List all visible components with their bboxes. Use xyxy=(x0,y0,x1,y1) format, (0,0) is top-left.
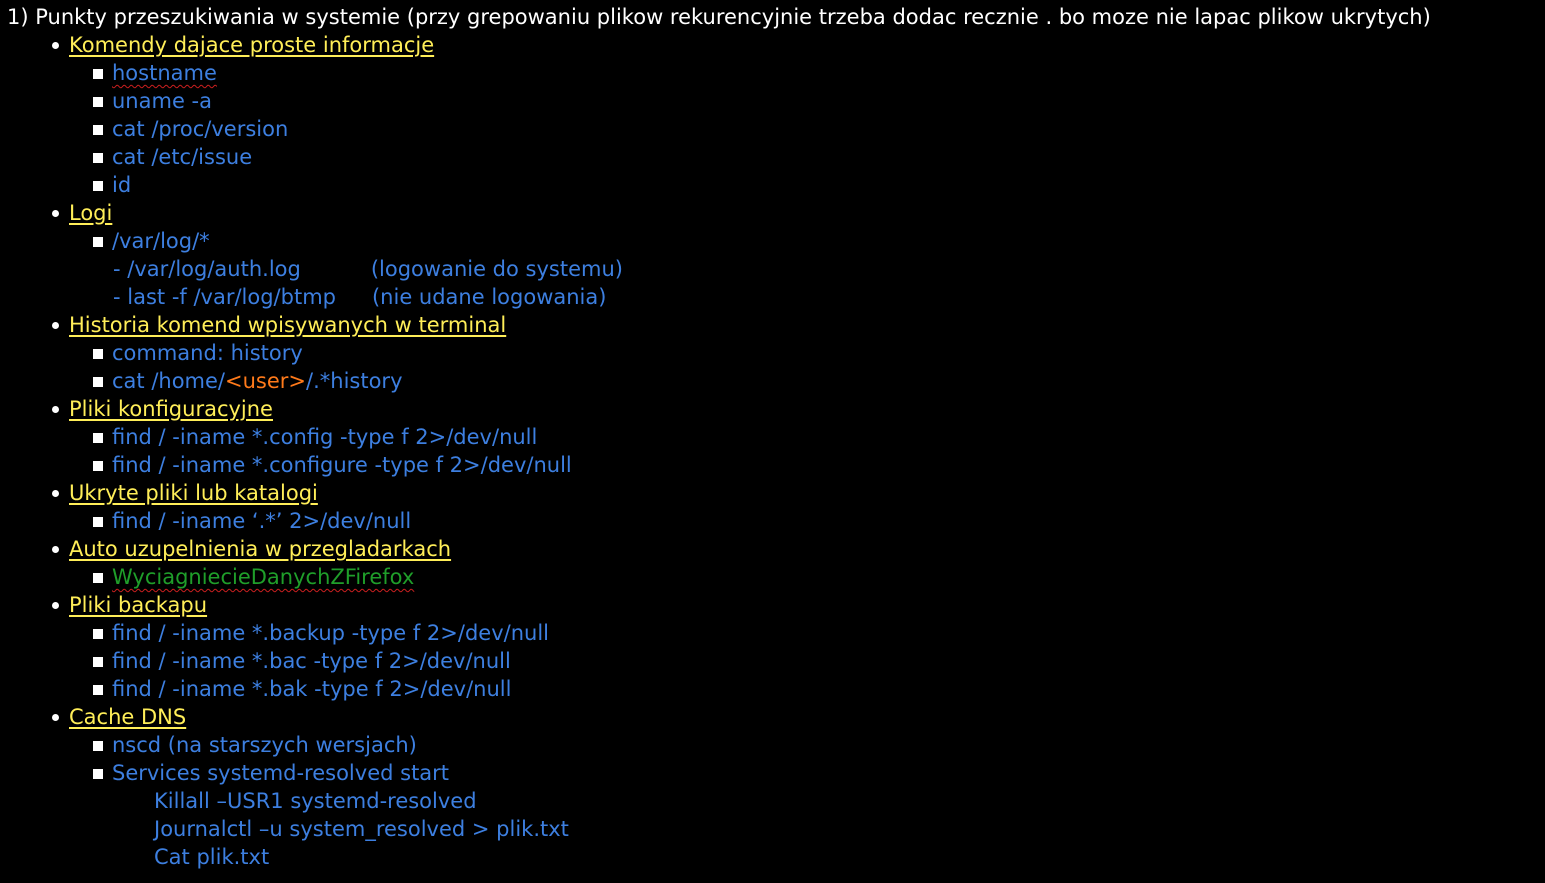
history-command: cat /home/<user>/.*history xyxy=(112,369,403,393)
list-item: cat /proc/version xyxy=(93,115,288,143)
bullet-icon xyxy=(52,546,59,553)
continuation-line: Killall –USR1 systemd-resolved xyxy=(154,789,477,813)
square-bullet-icon xyxy=(93,181,103,191)
square-bullet-icon xyxy=(93,69,103,79)
continuation-line: Journalctl –u system_resolved > plik.txt xyxy=(154,817,569,841)
section-heading-config-files: Pliki konfiguracyjne xyxy=(52,395,273,423)
list-item: Services systemd-resolved start xyxy=(93,759,449,787)
square-bullet-icon xyxy=(93,237,103,247)
page-title: 1) Punkty przeszukiwania w systemie (prz… xyxy=(7,5,1431,29)
square-bullet-icon xyxy=(93,741,103,751)
section-heading-commands: Komendy dajace proste informacje xyxy=(52,31,434,59)
sub-list-item: - /var/log/auth.log (logowanie do systemu… xyxy=(113,257,623,281)
bullet-icon xyxy=(52,490,59,497)
square-bullet-icon xyxy=(93,657,103,667)
list-item: uname -a xyxy=(93,87,212,115)
bullet-icon xyxy=(52,210,59,217)
continuation-line: Cat plik.txt xyxy=(154,845,270,869)
firefox-data-link[interactable]: WyciagniecieDanychZFirefox xyxy=(112,565,414,589)
list-item: find / -iname ‘.*’ 2>/dev/null xyxy=(93,507,411,535)
bullet-icon xyxy=(52,602,59,609)
square-bullet-icon xyxy=(93,573,103,583)
list-item: find / -iname *.bac -type f 2>/dev/null xyxy=(93,647,511,675)
list-item: /var/log/* xyxy=(93,227,210,255)
square-bullet-icon xyxy=(93,377,103,387)
section-heading-logs: Logi xyxy=(52,199,112,227)
square-bullet-icon xyxy=(93,433,103,443)
list-item: id xyxy=(93,171,131,199)
section-heading-history: Historia komend wpisywanych w terminal xyxy=(52,311,506,339)
list-item: nscd (na starszych wersjach) xyxy=(93,731,417,759)
list-item: find / -iname *.configure -type f 2>/dev… xyxy=(93,451,572,479)
list-item: WyciagniecieDanychZFirefox xyxy=(93,563,414,591)
list-item: cat /etc/issue xyxy=(93,143,252,171)
list-item: find / -iname *.config -type f 2>/dev/nu… xyxy=(93,423,537,451)
square-bullet-icon xyxy=(93,769,103,779)
square-bullet-icon xyxy=(93,349,103,359)
list-item: cat /home/<user>/.*history xyxy=(93,367,403,395)
section-heading-hidden-files: Ukryte pliki lub katalogi xyxy=(52,479,318,507)
square-bullet-icon xyxy=(93,461,103,471)
square-bullet-icon xyxy=(93,125,103,135)
bullet-icon xyxy=(52,42,59,49)
square-bullet-icon xyxy=(93,517,103,527)
square-bullet-icon xyxy=(93,629,103,639)
user-placeholder: <user> xyxy=(225,369,307,393)
square-bullet-icon xyxy=(93,97,103,107)
bullet-icon xyxy=(52,406,59,413)
list-item: command: history xyxy=(93,339,303,367)
section-heading-backup-files: Pliki backapu xyxy=(52,591,207,619)
list-item: find / -iname *.backup -type f 2>/dev/nu… xyxy=(93,619,549,647)
square-bullet-icon xyxy=(93,153,103,163)
square-bullet-icon xyxy=(93,685,103,695)
bullet-icon xyxy=(52,322,59,329)
bullet-icon xyxy=(52,714,59,721)
sub-list-item: - last -f /var/log/btmp (nie udane logowa… xyxy=(113,285,607,309)
list-item: find / -iname *.bak -type f 2>/dev/null xyxy=(93,675,511,703)
list-item: hostname xyxy=(93,59,217,87)
section-heading-browser-autofill: Auto uzupelnienia w przegladarkach xyxy=(52,535,451,563)
section-heading-dns-cache: Cache DNS xyxy=(52,703,186,731)
